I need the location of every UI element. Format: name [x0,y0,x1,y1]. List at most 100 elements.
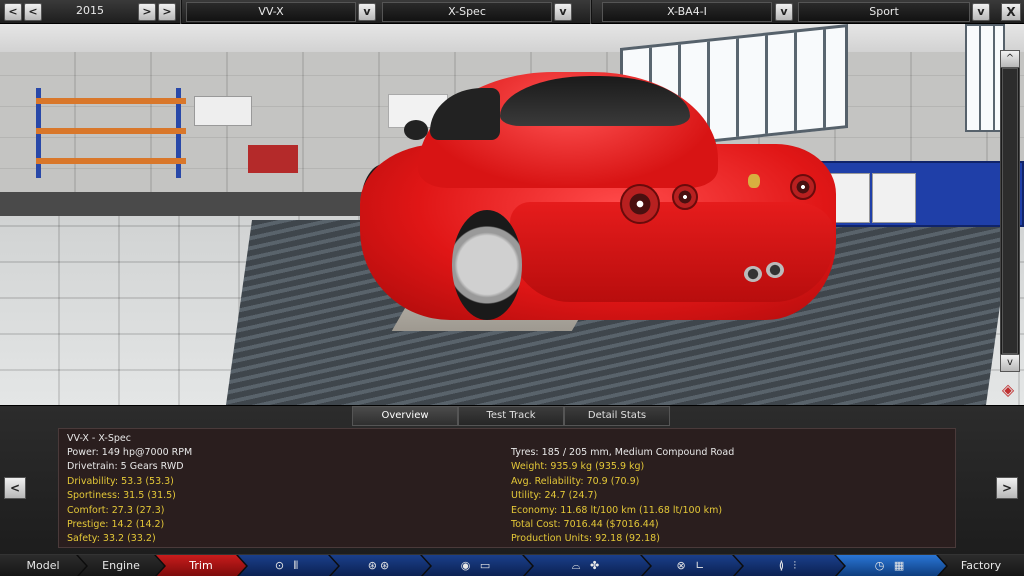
stat-label: Safety: [67,533,103,545]
nav-chassis[interactable]: ◉ ▭ [422,555,532,576]
model-select[interactable]: VV-X [186,2,356,22]
stat-row: Economy: 11.68 lt/100 km (11.68 lt/100 k… [511,504,722,517]
nav-model[interactable]: Model [0,555,86,576]
close-button[interactable]: X [1001,3,1021,21]
stat-row: Drivetrain: 5 Gears RWD [67,460,184,473]
nav-factory[interactable]: Factory [938,555,1024,576]
shelf-board [36,98,186,104]
stat-row: Safety: 33.2 (33.2) [67,532,156,545]
taillight [790,174,816,200]
stats-box: VV-X - X-Spec Power: 149 hp@7000 RPM Driv… [58,428,956,548]
trim-select[interactable]: X-Spec [382,2,552,22]
nav-trim[interactable]: Trim [156,555,246,576]
exhaust-pipe [766,262,784,278]
steering-seat-icon: ⊗ ∟ [676,559,708,572]
year-display: 2015 [76,4,104,17]
stat-value: 70.9 (70.9) [586,475,640,487]
workbench-cabinet [820,161,1024,227]
stat-row: Prestige: 14.2 (14.2) [67,518,164,531]
stat-value: 11.68 lt/100 km (11.68 lt/100 km) [560,504,723,516]
stat-row: Utility: 24.7 (24.7) [511,489,597,502]
tab-overview[interactable]: Overview [352,406,458,426]
zoom-up-button[interactable]: ^ [1000,50,1020,68]
stat-label: Drivetrain: [67,461,121,473]
top-bar: < < 2015 > > VV-X v X-Spec v X-BA4-I v S… [0,0,1024,24]
divider [590,0,592,24]
wheels-icon: ⊛⊛ [367,559,393,572]
year-prev-fast-button[interactable]: < [24,3,42,21]
stat-value: 24.7 (24.7) [544,490,598,502]
tab-test-track[interactable]: Test Track [458,406,564,426]
engine-select[interactable]: X-BA4-I [602,2,772,22]
stat-value: 33.2 (33.2) [102,533,156,545]
tab-detail-stats[interactable]: Detail Stats [564,406,670,426]
stat-label: Economy: [511,504,561,516]
stat-row: Sportiness: 31.5 (31.5) [67,489,176,502]
stat-label: Prestige: [67,519,112,530]
taillight [672,184,698,210]
nav-suspension[interactable]: ≬ ⫶ [734,555,844,576]
stat-value: 14.2 (14.2) [111,519,165,530]
stat-value: 935.9 kg (935.9 kg) [550,461,645,473]
model-dropdown-button[interactable]: v [358,3,376,21]
stat-label: Power: [67,447,102,458]
next-car-button[interactable]: > [996,477,1018,499]
variant-select[interactable]: Sport [798,2,970,22]
car-badge [748,174,760,188]
zoom-slider-track[interactable] [1002,68,1018,354]
taillight [620,184,660,224]
car-title: VV-X - X-Spec [67,433,131,444]
stat-label: Utility: [511,490,545,502]
stat-row: Power: 149 hp@7000 RPM [67,446,192,459]
zoom-down-button[interactable]: v [1000,354,1020,372]
nav-wheels[interactable]: ⊛⊛ [330,555,430,576]
tool-cart [248,145,298,173]
main-navigation: Model Engine Trim ⊙ ⫴ ⊛⊛ ◉ ▭ ⌓ ✤ ⊗ ∟ ≬ ⫶… [0,554,1024,576]
game-window: < < 2015 > > VV-X v X-Spec v X-BA4-I v S… [0,0,1024,576]
stat-row: Weight: 935.9 kg (935.9 kg) [511,460,644,473]
stat-value: 27.3 (27.3) [111,504,165,516]
nav-interior[interactable]: ⊗ ∟ [642,555,742,576]
stat-value: 53.3 (53.3) [121,475,174,487]
divider [180,0,182,24]
year-next-fast-button[interactable]: > [158,3,176,21]
variant-dropdown-button[interactable]: v [972,3,990,21]
floor-band [0,192,370,216]
chassis-icon: ◉ ▭ [460,559,494,572]
stat-label: Comfort: [67,504,112,516]
gearbox-icon: ⊙ ⫴ [274,559,302,572]
trim-dropdown-button[interactable]: v [554,3,572,21]
suspension-icon: ≬ ⫶ [778,559,800,572]
stat-row: Tyres: 185 / 205 mm, Medium Compound Roa… [511,446,734,459]
exhaust-pipe [744,266,762,282]
year-next-button[interactable]: > [138,3,156,21]
nav-body[interactable]: ⌓ ✤ [524,555,650,576]
stat-label: Total Cost: [511,519,564,530]
stat-row: Total Cost: 7016.44 ($7016.44) [511,518,659,531]
camera-rotate-icon[interactable]: ◈ [996,380,1020,400]
rear-wheel [452,210,522,320]
stat-value: 92.18 (92.18) [595,533,660,545]
nav-gearbox[interactable]: ⊙ ⫴ [238,555,338,576]
car-mirror [404,120,428,140]
stat-label: Sportiness: [67,490,124,502]
nav-test[interactable]: ◷ ▦ [836,555,946,576]
stat-label: Avg. Reliability: [511,475,587,487]
stat-label: Weight: [511,461,551,473]
stat-row: Comfort: 27.3 (27.3) [67,504,164,517]
previous-car-button[interactable]: < [4,477,26,499]
storage-shelf [36,88,186,178]
engine-dropdown-button[interactable]: v [775,3,793,21]
whiteboard [194,96,252,126]
car-body-icon: ⌓ ✤ [571,559,603,572]
year-prev-button[interactable]: < [4,3,22,21]
cabinet-door [872,173,916,223]
nav-engine[interactable]: Engine [78,555,164,576]
stat-row: Drivability: 53.3 (53.3) [67,475,174,488]
stat-row: Avg. Reliability: 70.9 (70.9) [511,475,639,488]
shelf-board [36,158,186,164]
test-flag-icon: ◷ ▦ [874,559,908,572]
stat-label: Drivability: [67,475,122,487]
stat-value: 185 / 205 mm, Medium Compound Road [541,447,735,458]
car-viewport[interactable] [0,24,1024,405]
